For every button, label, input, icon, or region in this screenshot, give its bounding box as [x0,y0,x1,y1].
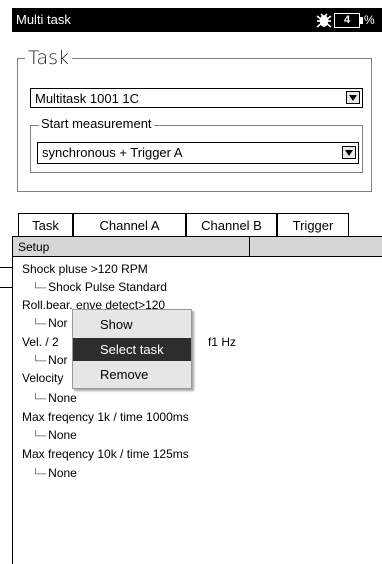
title-bar: Multi task 4 % [12,8,382,32]
battery-level: 4 [343,14,351,26]
setup-header: Setup [13,237,382,257]
window-title: Multi task [16,12,71,27]
list-item-child[interactable]: └─ None [32,391,77,405]
list-item-child[interactable]: └─ Nor [32,316,68,330]
start-measurement-value: synchronous + Trigger A [42,145,183,160]
context-menu: Show Select task Remove [72,309,192,389]
dropdown-arrow-icon[interactable] [342,146,356,159]
bug-icon [316,13,332,28]
task-select-value: Multitask 1001 1C [35,91,140,106]
menu-item-select-task[interactable]: Select task [73,338,191,361]
list-item[interactable]: Max freqency 1k / time 1000ms [22,410,189,424]
task-panel-legend: Task [25,47,73,69]
list-item-child[interactable]: └─ None [32,428,77,442]
list-item[interactable]: Velocity [22,371,63,385]
start-measurement-select[interactable]: synchronous + Trigger A [37,142,359,164]
dropdown-arrow-icon[interactable] [346,91,360,104]
list-item[interactable]: Max freqency 10k / time 125ms [22,447,189,461]
task-select[interactable]: Multitask 1001 1C [30,88,363,108]
menu-item-show[interactable]: Show [73,313,191,336]
leader-line [0,287,12,288]
list-item-child[interactable]: └─ None [32,466,77,480]
battery-icon: 4 [334,12,360,28]
list-item[interactable]: Vel. / 2 [22,335,59,349]
list-item-child[interactable]: └─ Shock Pulse Standard [32,280,167,294]
battery-indicator: 4 % [334,12,375,28]
start-measurement-legend: Start measurement [39,116,154,132]
list-item-suffix: f1 Hz [208,335,237,349]
leader-line [0,267,12,268]
list-item[interactable]: Shock pluse >120 RPM [22,262,148,276]
tab-channel-b[interactable]: Channel B [186,213,277,238]
menu-item-remove[interactable]: Remove [73,363,191,386]
tab-trigger[interactable]: Trigger [277,213,349,238]
setup-column-header: Setup [18,240,50,254]
list-item-child[interactable]: └─ Nor [32,353,68,367]
tab-channel-a[interactable]: Channel A [73,213,186,238]
tab-task[interactable]: Task [18,213,73,238]
battery-percent: % [364,13,375,27]
